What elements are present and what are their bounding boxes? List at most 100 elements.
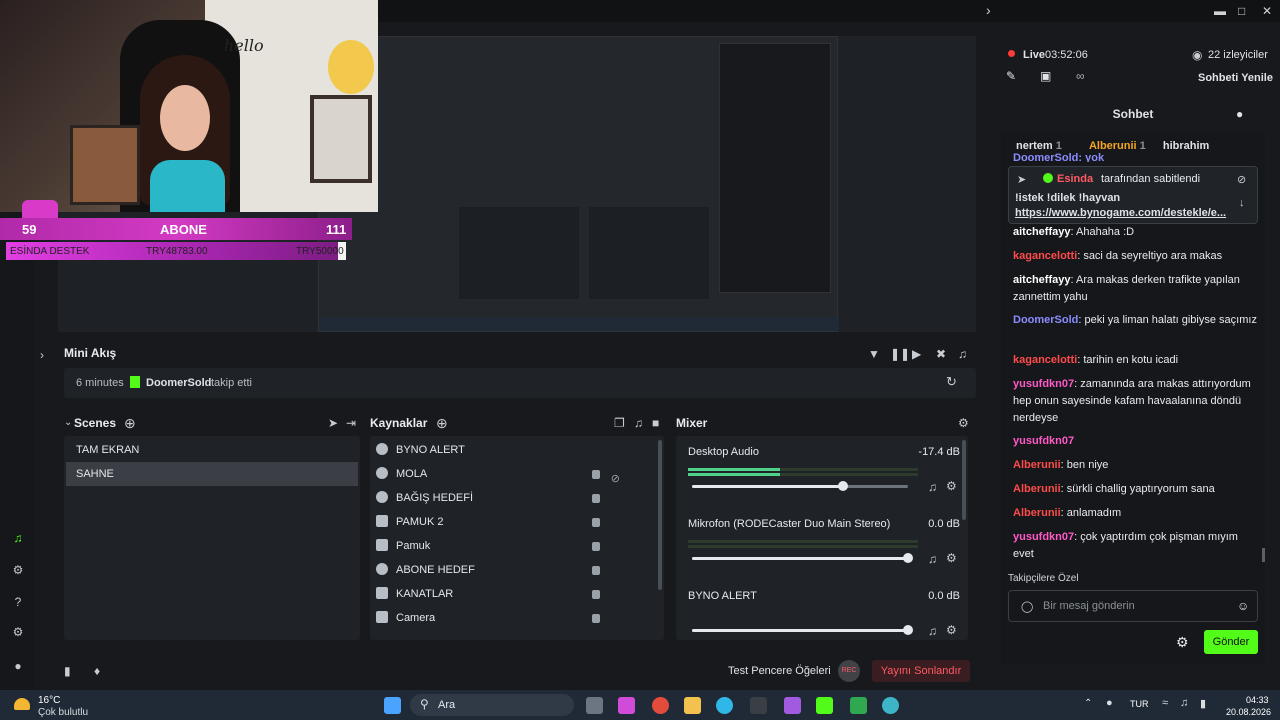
lock-icon[interactable]: [592, 470, 600, 479]
chat-username[interactable]: Alberunii: [1013, 483, 1061, 495]
chat-username[interactable]: Alberunii: [1013, 459, 1061, 471]
restore-icon[interactable]: ▬: [1214, 4, 1226, 18]
chat-username[interactable]: aitcheffayy: [1013, 226, 1070, 238]
lock-icon[interactable]: [592, 494, 600, 503]
settings-icon[interactable]: ⚙: [10, 624, 26, 640]
copilot-icon[interactable]: [618, 697, 635, 714]
pinned-link[interactable]: https://www.bynogame.com/destekle/e...: [1015, 207, 1226, 219]
gear-icon[interactable]: ⚙: [946, 551, 957, 565]
weather-icon[interactable]: [14, 698, 30, 710]
microphone-icon[interactable]: ●: [1106, 697, 1113, 709]
lock-icon[interactable]: [592, 614, 600, 623]
xbox-icon[interactable]: [850, 697, 867, 714]
chat-username[interactable]: yusufdkn07: [1013, 435, 1074, 447]
folder-icon[interactable]: ■: [652, 416, 659, 430]
rec-button[interactable]: REC: [838, 660, 860, 682]
bell-icon[interactable]: ♦: [94, 664, 100, 678]
test-widgets-label[interactable]: Test Pencere Öğeleri: [728, 665, 831, 677]
chat-users-icon[interactable]: ●: [1236, 107, 1243, 121]
chevron-right-icon[interactable]: ›: [986, 2, 991, 18]
source-item-kanatlar[interactable]: KANATLAR: [376, 582, 656, 606]
edit-icon[interactable]: ✎: [1006, 69, 1016, 83]
add-scene-icon[interactable]: ⊕: [124, 415, 136, 432]
language-indicator[interactable]: TUR: [1130, 699, 1149, 709]
mute-alerts-icon[interactable]: ✖: [936, 347, 946, 361]
plugins-icon[interactable]: ⚙: [10, 562, 26, 578]
profile-icon[interactable]: ●: [10, 658, 26, 674]
app-icon[interactable]: [750, 697, 767, 714]
chat-username[interactable]: Alberunii: [1013, 507, 1061, 519]
event-user[interactable]: DoomerSold: [146, 377, 211, 389]
expand-icon[interactable]: ↓: [1239, 197, 1245, 209]
audio-filter-icon[interactable]: ♫: [634, 416, 643, 430]
volume-knob[interactable]: [838, 481, 848, 491]
source-item-mola[interactable]: MOLA ⊘: [376, 462, 656, 486]
skip-icon[interactable]: ▶: [912, 347, 921, 361]
chat-username[interactable]: yusufdkn07: [1013, 378, 1074, 390]
share-icon[interactable]: ∞: [1076, 69, 1085, 83]
mixer-scrollbar[interactable]: [962, 440, 966, 520]
tray-chevron-icon[interactable]: ⌃: [1084, 698, 1092, 709]
file-explorer-icon[interactable]: [684, 697, 701, 714]
source-item-byno-alert[interactable]: BYNO ALERT: [376, 438, 656, 462]
close-icon[interactable]: ✕: [1262, 4, 1272, 18]
chevron-down-icon[interactable]: ⌄: [64, 417, 72, 428]
studio-icon[interactable]: ♫: [10, 530, 26, 546]
app-icon[interactable]: [784, 697, 801, 714]
source-item-pamuk[interactable]: Pamuk: [376, 534, 656, 558]
source-item-abone-hedef[interactable]: ABONE HEDEF: [376, 558, 656, 582]
app-icon[interactable]: [882, 697, 899, 714]
volume-icon[interactable]: ♫: [958, 347, 967, 361]
kick-studio-icon[interactable]: [816, 697, 833, 714]
lock-icon[interactable]: [592, 518, 600, 527]
source-item-pamuk-2[interactable]: PAMUK 2: [376, 510, 656, 534]
speaker-icon[interactable]: ♫: [928, 552, 937, 566]
chat-username[interactable]: DoomerSold: [1013, 314, 1078, 326]
volume-knob[interactable]: [903, 553, 913, 563]
chrome-icon[interactable]: [652, 697, 669, 714]
chat-scrollbar[interactable]: [1262, 548, 1265, 562]
chat-username[interactable]: kagancelotti: [1013, 250, 1077, 262]
volume-knob[interactable]: [903, 625, 913, 635]
lock-icon[interactable]: [592, 542, 600, 551]
lock-icon[interactable]: [592, 566, 600, 575]
transition-icon[interactable]: ⇥: [346, 416, 356, 430]
windows-start-icon[interactable]: [384, 697, 401, 714]
chat-settings-icon[interactable]: ⚙: [1176, 634, 1189, 651]
chat-username[interactable]: kagancelotti: [1013, 354, 1077, 366]
gear-icon[interactable]: ⚙: [946, 479, 957, 493]
lock-icon[interactable]: [592, 590, 600, 599]
battery-icon[interactable]: ▮: [1200, 697, 1206, 710]
taskbar-time[interactable]: 04:33: [1246, 695, 1269, 705]
filter-icon[interactable]: ▼: [868, 347, 880, 361]
gear-icon[interactable]: ⚙: [958, 416, 969, 430]
pin-icon[interactable]: ➤: [328, 416, 338, 430]
help-icon[interactable]: ?: [10, 594, 26, 610]
chat-username[interactable]: aitcheffayy: [1013, 274, 1070, 286]
taskbar-search[interactable]: ⚲ Ara: [410, 694, 574, 716]
taskbar-date[interactable]: 20.08.2026: [1226, 707, 1271, 717]
chevron-right-icon[interactable]: ›: [40, 348, 44, 362]
gear-icon[interactable]: ⚙: [946, 623, 957, 637]
speaker-icon[interactable]: ♫: [928, 624, 937, 638]
send-button[interactable]: Gönder: [1204, 630, 1258, 654]
clip-icon[interactable]: ▣: [1040, 69, 1051, 83]
volume-icon[interactable]: ♫: [1180, 697, 1188, 709]
pause-icon[interactable]: ❚❚: [890, 347, 910, 361]
edge-icon[interactable]: [716, 697, 733, 714]
speaker-icon[interactable]: ♫: [928, 480, 937, 494]
refresh-icon[interactable]: ↻: [946, 374, 957, 390]
unpin-icon[interactable]: ⊘: [1237, 173, 1246, 186]
add-source-icon[interactable]: ⊕: [436, 415, 448, 432]
chat-username[interactable]: yusufdkn07: [1013, 531, 1074, 543]
sources-scrollbar[interactable]: [658, 440, 662, 590]
stats-icon[interactable]: ▮: [64, 664, 71, 678]
scene-item-sahne[interactable]: SAHNE: [66, 462, 358, 486]
end-stream-button[interactable]: Yayını Sonlandır: [872, 660, 970, 682]
scene-item-tam-ekran[interactable]: TAM EKRAN: [66, 438, 358, 462]
emoji-icon[interactable]: ☺: [1237, 599, 1249, 613]
duplicate-icon[interactable]: ❐: [614, 416, 625, 430]
refresh-chat-button[interactable]: Sohbeti Yenile: [1198, 72, 1273, 84]
chat-input[interactable]: ◯ Bir mesaj gönderin ☺: [1008, 590, 1258, 622]
source-item-bagis-hedefi[interactable]: BAĞIŞ HEDEFİ: [376, 486, 656, 510]
